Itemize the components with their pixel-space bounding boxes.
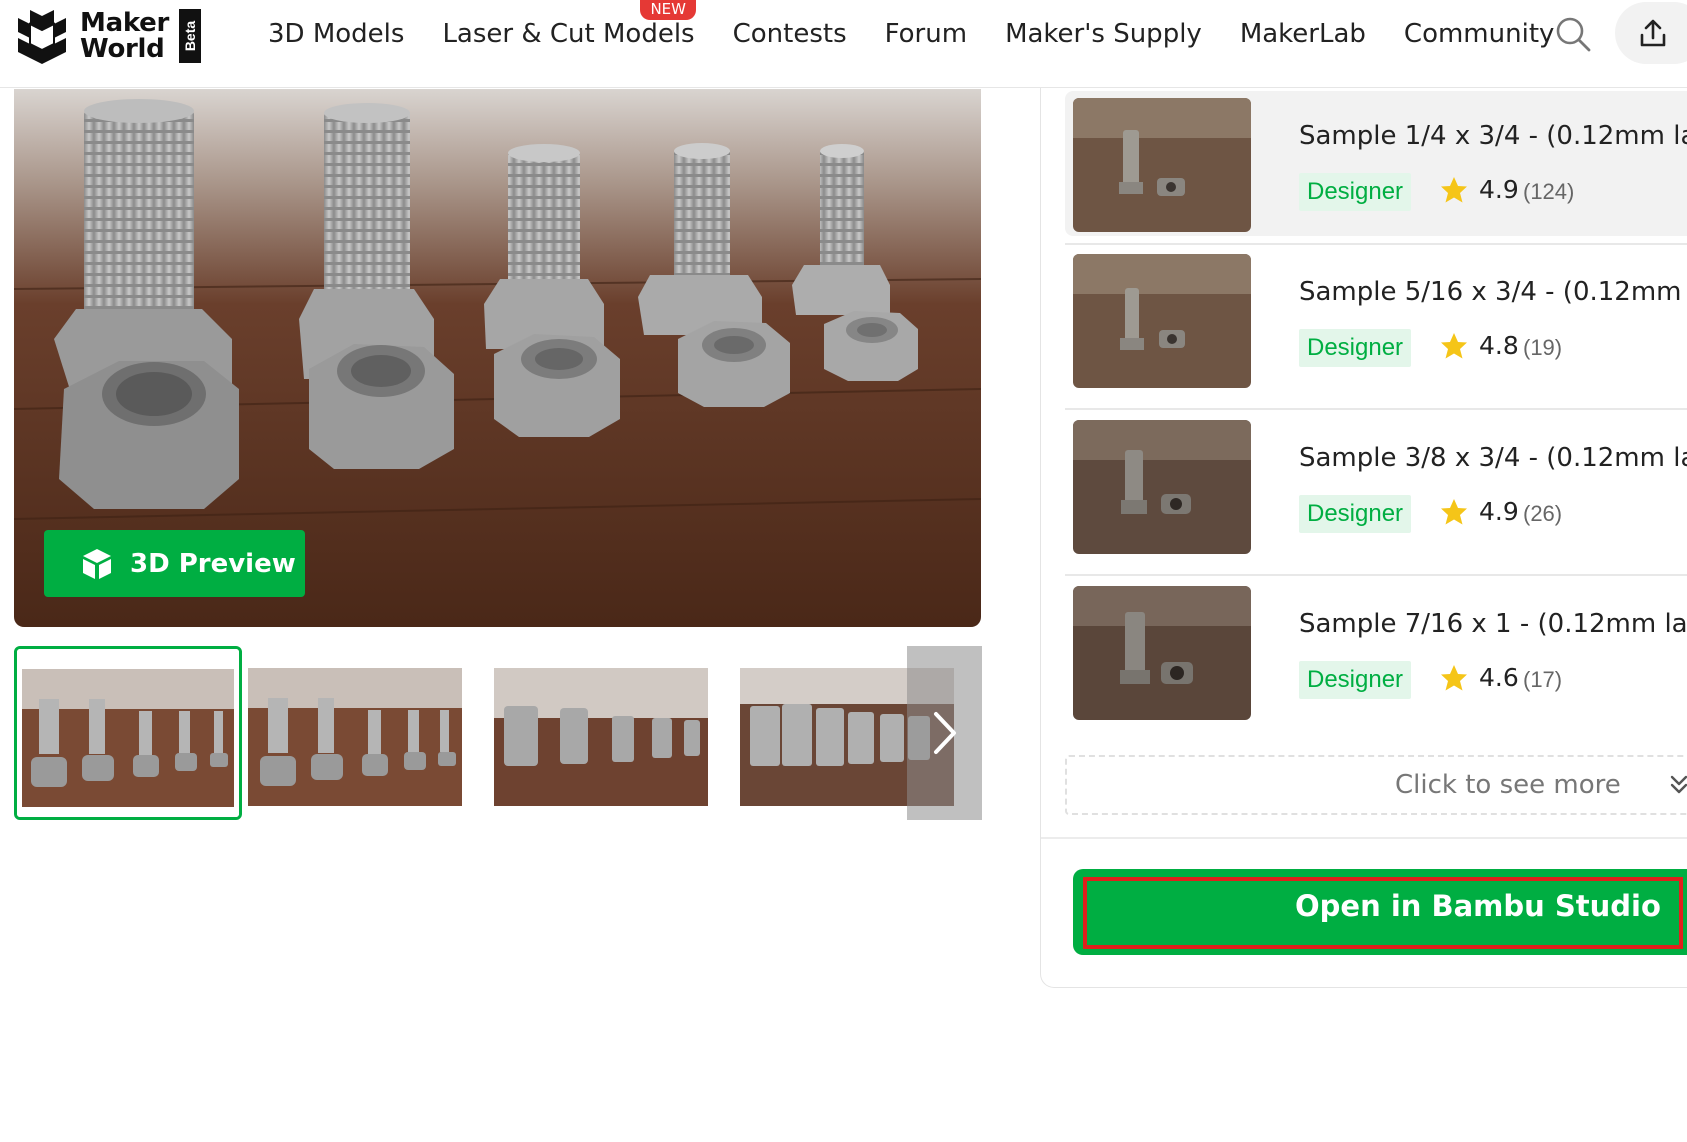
open-in-bambu-studio-label: Open in Bambu Studio bbox=[1295, 889, 1661, 923]
rating-value: 4.9 bbox=[1479, 175, 1519, 204]
logo-wordmark: Maker World bbox=[80, 8, 169, 64]
thumbnail-image bbox=[248, 646, 476, 820]
profile-thumbnail-image bbox=[1073, 420, 1251, 554]
makerworld-logo[interactable]: Maker World Beta bbox=[14, 6, 201, 66]
thumbnail-1[interactable] bbox=[14, 646, 242, 820]
top-nav-bar: Maker World Beta 3D Models Laser & Cut M… bbox=[0, 0, 1687, 88]
thumbnail-2[interactable] bbox=[248, 646, 476, 820]
upload-icon bbox=[1640, 19, 1666, 47]
print-profile-item[interactable]: Sample 7/16 x 1 - (0.12mm layer, : Desig… bbox=[1065, 579, 1687, 724]
designer-tag: Designer bbox=[1299, 661, 1412, 699]
profile-thumbnail bbox=[1073, 420, 1251, 554]
rating-value: 4.6 bbox=[1479, 663, 1519, 692]
star-icon bbox=[1441, 333, 1467, 359]
search-button[interactable] bbox=[1553, 14, 1593, 54]
see-more-label: Click to see more bbox=[1395, 770, 1621, 800]
main-nav: 3D Models Laser & Cut Models NEW Contest… bbox=[268, 0, 1592, 54]
profile-title: Sample 7/16 x 1 - (0.12mm layer, : bbox=[1299, 609, 1687, 639]
rating-count: (26) bbox=[1523, 501, 1563, 526]
new-badge: NEW bbox=[640, 0, 696, 20]
rating-count: (124) bbox=[1523, 179, 1575, 204]
chevron-right-icon bbox=[933, 712, 956, 754]
nav-laser-cut-models[interactable]: Laser & Cut Models bbox=[442, 19, 694, 49]
profile-thumbnail-image bbox=[1073, 98, 1251, 232]
3d-preview-button[interactable]: 3D Preview bbox=[44, 530, 305, 597]
star-icon bbox=[1441, 499, 1467, 525]
open-in-bambu-studio-button[interactable]: Open in Bambu Studio bbox=[1073, 869, 1687, 955]
thumbnail-next-button[interactable] bbox=[907, 646, 982, 820]
divider bbox=[1041, 837, 1687, 839]
nav-makerlab[interactable]: MakerLab bbox=[1240, 19, 1366, 49]
divider bbox=[1065, 574, 1687, 576]
upload-button[interactable] bbox=[1615, 2, 1687, 64]
profile-thumbnail-image bbox=[1073, 254, 1251, 388]
rating-value: 4.8 bbox=[1479, 331, 1519, 360]
thumbnail-image bbox=[494, 646, 722, 820]
profile-thumbnail bbox=[1073, 98, 1251, 232]
nav-forum[interactable]: Forum bbox=[885, 19, 967, 49]
thumbnail-3[interactable] bbox=[494, 646, 722, 820]
print-profile-item[interactable]: Sample 1/4 x 3/4 - (0.12mm layer, Design… bbox=[1065, 91, 1687, 236]
star-icon bbox=[1441, 665, 1467, 691]
see-more-button[interactable]: Click to see more bbox=[1065, 755, 1687, 815]
nav-laser-cut-models-wrap[interactable]: Laser & Cut Models NEW bbox=[442, 0, 696, 49]
thumbnail-image bbox=[17, 649, 239, 817]
profile-title: Sample 5/16 x 3/4 - (0.12mm laye bbox=[1299, 277, 1687, 307]
profile-thumbnail-image bbox=[1073, 586, 1251, 720]
rating-count: (17) bbox=[1523, 667, 1563, 692]
nav-community[interactable]: Community bbox=[1404, 19, 1554, 49]
star-icon bbox=[1441, 177, 1467, 203]
designer-tag: Designer bbox=[1299, 329, 1412, 367]
profile-thumbnail bbox=[1073, 586, 1251, 720]
beta-badge: Beta bbox=[178, 9, 201, 63]
profile-thumbnail bbox=[1073, 254, 1251, 388]
double-chevron-down-icon bbox=[1670, 775, 1687, 794]
3d-preview-label: 3D Preview bbox=[130, 548, 296, 579]
print-profile-item[interactable]: Sample 5/16 x 3/4 - (0.12mm laye Designe… bbox=[1065, 247, 1687, 392]
thumbnail-strip bbox=[14, 646, 982, 820]
rating-value: 4.9 bbox=[1479, 497, 1519, 526]
divider bbox=[1065, 243, 1687, 245]
print-profile-item[interactable]: Sample 3/8 x 3/4 - (0.12mm layer, Design… bbox=[1065, 413, 1687, 558]
designer-tag: Designer bbox=[1299, 173, 1412, 211]
logo-mark-icon bbox=[18, 10, 66, 64]
cube-icon bbox=[83, 548, 111, 579]
designer-tag: Designer bbox=[1299, 495, 1412, 533]
print-profile-panel: Sample 1/4 x 3/4 - (0.12mm layer, Design… bbox=[1040, 88, 1687, 988]
nav-3d-models[interactable]: 3D Models bbox=[268, 19, 404, 49]
rating-count: (19) bbox=[1523, 335, 1563, 360]
nav-contests[interactable]: Contests bbox=[733, 19, 847, 49]
profile-title: Sample 3/8 x 3/4 - (0.12mm layer, bbox=[1299, 443, 1687, 473]
divider bbox=[1065, 408, 1687, 410]
nav-makers-supply[interactable]: Maker's Supply bbox=[1005, 19, 1202, 49]
profile-title: Sample 1/4 x 3/4 - (0.12mm layer, bbox=[1299, 121, 1687, 151]
search-icon bbox=[1556, 17, 1591, 52]
